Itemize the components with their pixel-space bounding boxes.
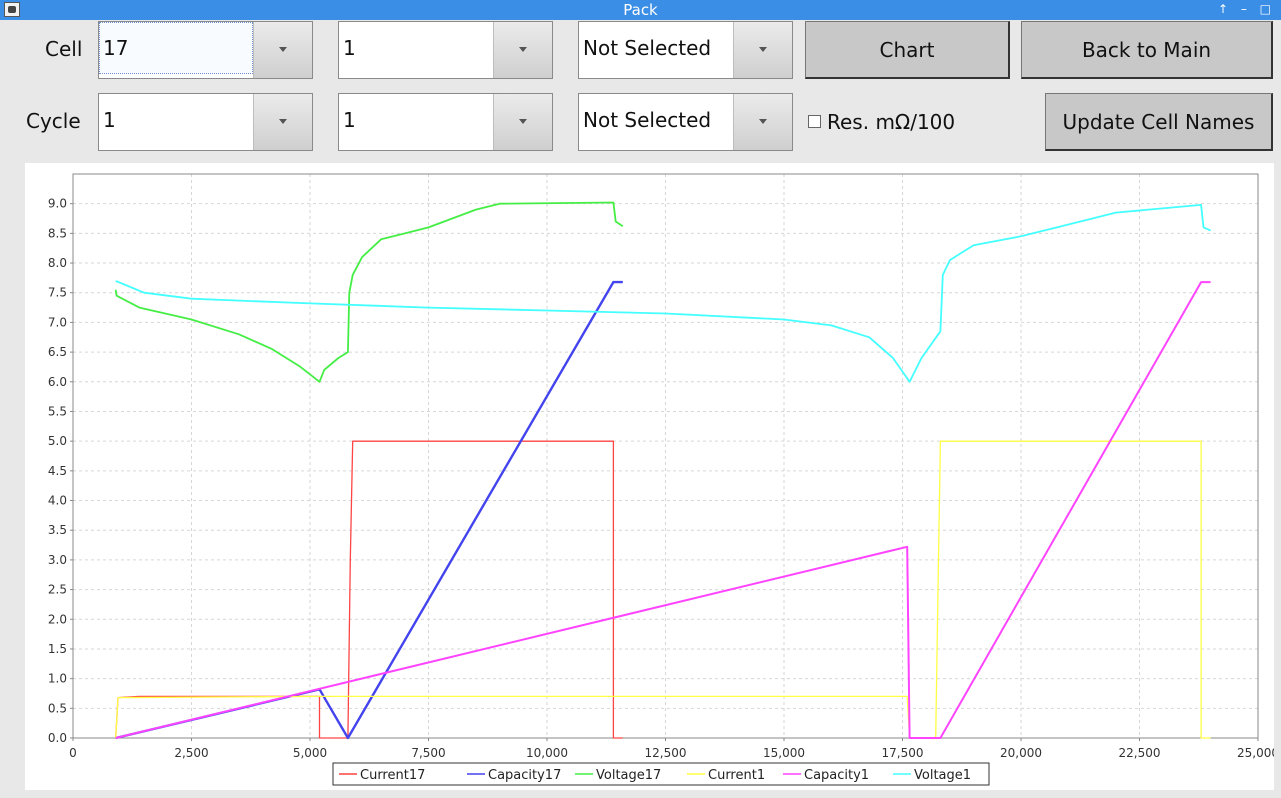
y-tick-label: 5.0 xyxy=(48,434,67,448)
y-tick-label: 6.0 xyxy=(48,375,67,389)
x-tick-label: 5,000 xyxy=(293,746,327,760)
cell-select-b-value: 1 xyxy=(343,36,356,60)
y-tick-label: 1.0 xyxy=(48,672,67,686)
legend-label: Voltage17 xyxy=(596,768,661,783)
chart-button[interactable]: Chart xyxy=(805,21,1010,79)
cell-select-a[interactable]: 17 xyxy=(98,21,313,79)
x-tick-label: 22,500 xyxy=(1119,746,1161,760)
chart-panel: 0.0 0.5 1.0 1.5 2.0 2.5 3.0 3.5 4.0 4.5 5.0 5.5 6.0 6… xyxy=(25,163,1279,790)
x-tick-label: 15,000 xyxy=(763,746,805,760)
y-tick-label: 3.0 xyxy=(48,553,67,567)
x-tick-label: 25,000 xyxy=(1237,746,1274,760)
y-tick-label: 8.5 xyxy=(48,226,67,240)
cycle-select-c[interactable]: Not Selected xyxy=(578,93,793,151)
x-tick-label: 7,500 xyxy=(411,746,445,760)
chevron-down-icon[interactable] xyxy=(733,94,792,150)
update-cell-names-button[interactable]: Update Cell Names xyxy=(1045,93,1273,151)
y-tick-label: 2.0 xyxy=(48,612,67,626)
maximize-icon[interactable]: □ xyxy=(1260,2,1271,16)
restore-icon[interactable]: ↑ xyxy=(1218,2,1228,16)
y-tick-label: 8.0 xyxy=(48,256,67,270)
series-line-voltage1 xyxy=(115,204,1211,383)
cell-select-c[interactable]: Not Selected xyxy=(578,21,793,79)
legend-label: Capacity17 xyxy=(488,768,561,783)
minimize-icon[interactable]: – xyxy=(1241,2,1247,16)
cell-select-a-value: 17 xyxy=(99,22,253,74)
chevron-down-icon[interactable] xyxy=(733,22,792,78)
back-to-main-button[interactable]: Back to Main xyxy=(1021,21,1273,79)
cycle-select-b-value: 1 xyxy=(343,108,356,132)
x-tick-label: 2,500 xyxy=(174,746,208,760)
legend-label: Voltage1 xyxy=(914,768,971,783)
line-chart: 0.0 0.5 1.0 1.5 2.0 2.5 3.0 3.5 4.0 4.5 5.0 5.5 6.0 6… xyxy=(48,173,1279,786)
series-line-capacity1 xyxy=(115,281,1211,739)
y-tick-label: 7.0 xyxy=(48,315,67,329)
chevron-down-icon[interactable] xyxy=(493,22,552,78)
cell-select-b[interactable]: 1 xyxy=(338,21,553,79)
y-tick-label: 9.0 xyxy=(48,197,67,211)
y-tick-label: 0.0 xyxy=(48,731,67,745)
x-tick-label: 0 xyxy=(69,746,77,760)
y-tick-label: 3.5 xyxy=(48,523,67,537)
window-controls: ↑ – □ xyxy=(1209,2,1271,16)
resistance-checkbox-label[interactable]: Res. mΩ/100 xyxy=(827,110,955,134)
y-tick-label: 0.5 xyxy=(48,701,67,715)
cycle-label: Cycle xyxy=(26,109,81,133)
cycle-select-a[interactable]: 1 xyxy=(98,93,313,151)
y-tick-label: 6.5 xyxy=(48,345,67,359)
chevron-down-icon[interactable] xyxy=(493,94,552,150)
x-tick-label: 17,500 xyxy=(882,746,924,760)
cycle-select-b[interactable]: 1 xyxy=(338,93,553,151)
window-title: Pack xyxy=(623,1,658,19)
title-bar: Pack ↑ – □ xyxy=(0,0,1281,20)
y-tick-label: 4.0 xyxy=(48,494,67,508)
y-tick-label: 5.5 xyxy=(48,404,67,418)
y-tick-label: 4.5 xyxy=(48,464,67,478)
cell-select-c-value: Not Selected xyxy=(583,36,712,60)
y-tick-label: 2.5 xyxy=(48,583,67,597)
legend-label: Capacity1 xyxy=(804,768,869,783)
cell-label: Cell xyxy=(45,37,83,61)
legend-label: Current17 xyxy=(360,768,425,783)
y-tick-label: 7.5 xyxy=(48,286,67,300)
chevron-down-icon[interactable] xyxy=(253,22,312,78)
x-tick-label: 10,000 xyxy=(526,746,568,760)
resistance-checkbox[interactable] xyxy=(808,115,821,128)
x-tick-label: 20,000 xyxy=(1000,746,1042,760)
cycle-select-c-value: Not Selected xyxy=(583,108,712,132)
y-tick-label: 1.5 xyxy=(48,642,67,656)
x-tick-label: 12,500 xyxy=(645,746,687,760)
chevron-down-icon[interactable] xyxy=(253,94,312,150)
legend-label: Current1 xyxy=(708,768,765,783)
cycle-select-a-value: 1 xyxy=(103,108,116,132)
